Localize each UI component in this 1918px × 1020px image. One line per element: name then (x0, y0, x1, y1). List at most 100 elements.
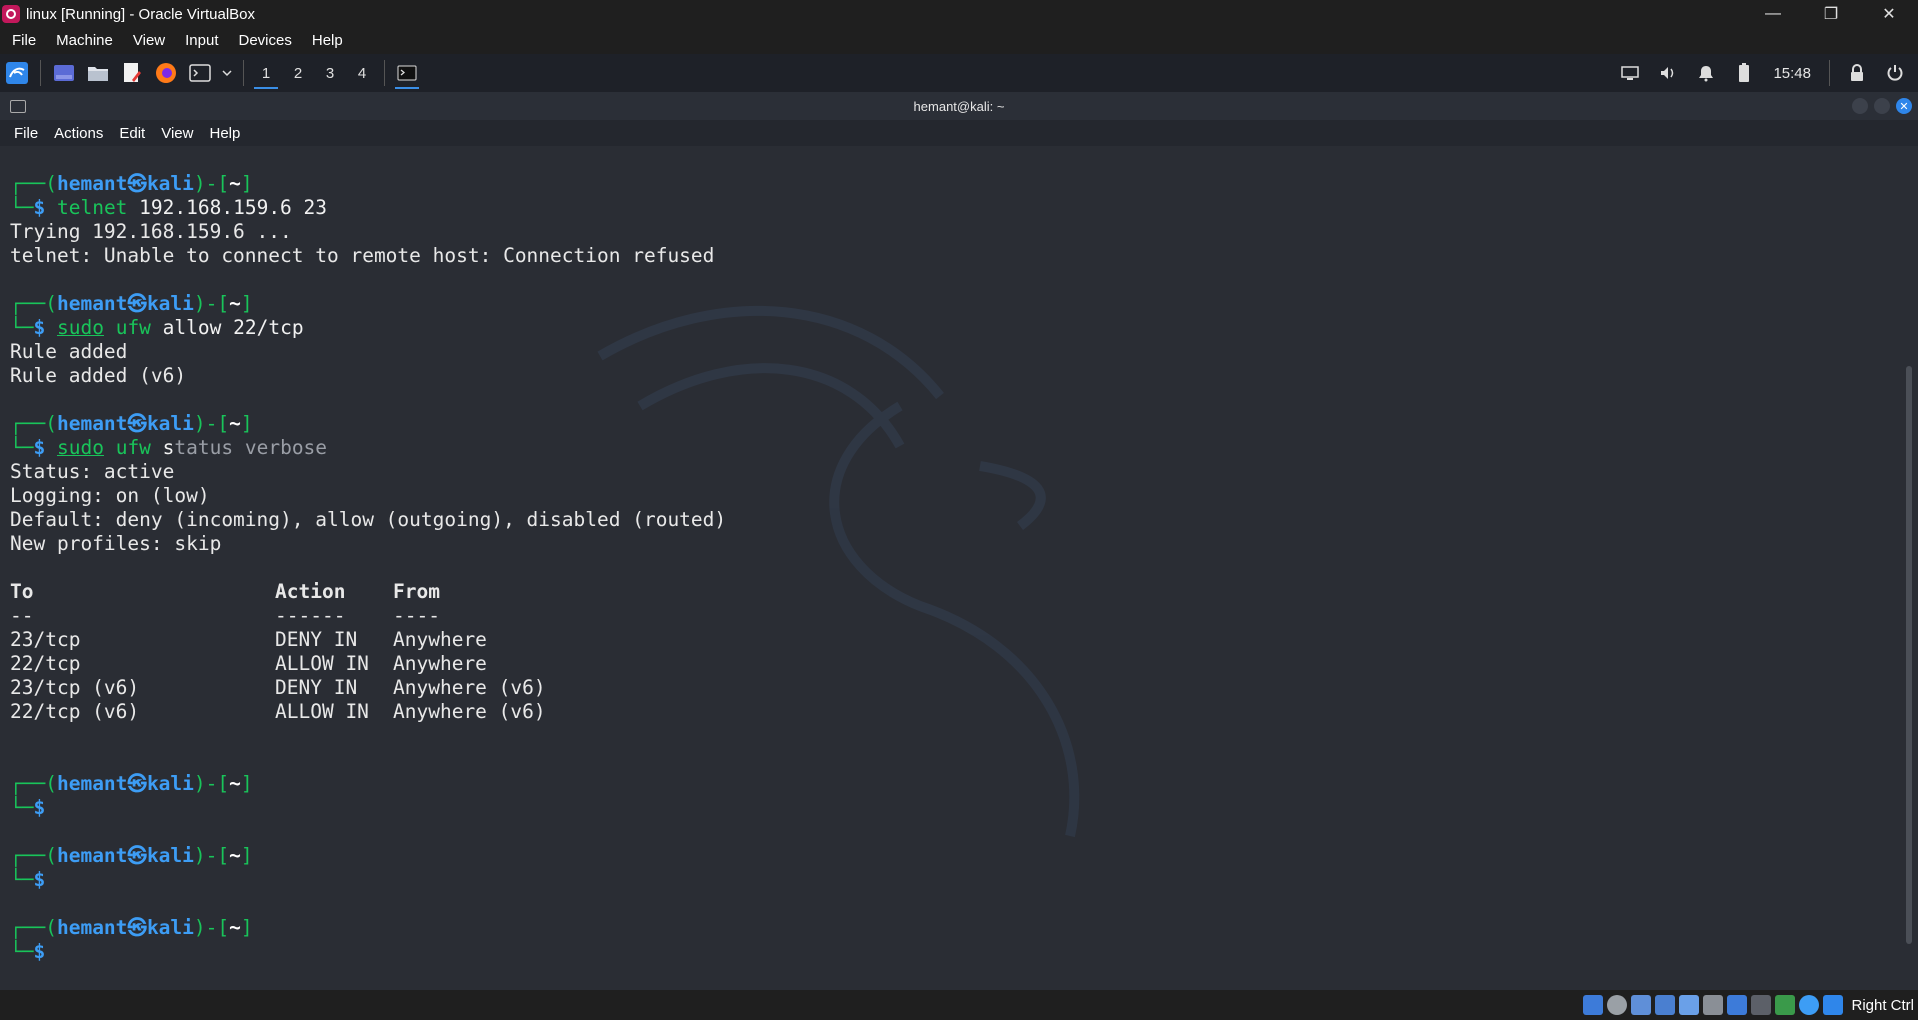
display-icon[interactable] (1727, 995, 1748, 1015)
text-editor-icon[interactable] (119, 60, 145, 86)
command-line: └─$ (10, 868, 46, 891)
power-icon[interactable] (1882, 60, 1908, 86)
terminal-text: ┌──(hemant㉿kali)-[~] └─$ telnet 192.168.1… (10, 172, 726, 964)
panel-separator (1829, 60, 1830, 86)
prompt-line: ┌──(hemant㉿kali)-[~] (10, 292, 253, 315)
close-button[interactable]: ✕ (1860, 0, 1918, 28)
term-menu-actions[interactable]: Actions (46, 125, 111, 142)
prompt-line: ┌──(hemant㉿kali)-[~] (10, 844, 253, 867)
panel-separator (40, 60, 41, 86)
term-menu-view[interactable]: View (153, 125, 201, 142)
panel-clock[interactable]: 15:48 (1765, 65, 1819, 82)
vb-menu-file[interactable]: File (0, 28, 46, 54)
panel-separator (243, 60, 244, 86)
ufw-table-row: 23/tcp DENY IN Anywhere (10, 628, 487, 651)
terminal-close-button[interactable]: ✕ (1896, 98, 1912, 114)
lock-icon[interactable] (1844, 60, 1870, 86)
file-manager-icon[interactable] (85, 60, 111, 86)
output-line: telnet: Unable to connect to remote host… (10, 244, 715, 267)
ufw-table-header: To Action From (10, 580, 440, 603)
shared-folder-icon[interactable] (1703, 995, 1724, 1015)
kali-menu-icon[interactable] (4, 60, 30, 86)
volume-icon[interactable] (1655, 60, 1681, 86)
ufw-table-row: 23/tcp (v6) DENY IN Anywhere (v6) (10, 676, 546, 699)
terminal-minimize-button[interactable] (1852, 98, 1868, 114)
terminal-title-bar: hemant@kali: ~ ✕ (0, 92, 1918, 120)
output-line: Default: deny (incoming), allow (outgoin… (10, 508, 727, 531)
panel-tray: 15:48 (1613, 60, 1918, 86)
recording-icon[interactable] (1751, 995, 1772, 1015)
prompt-line: ┌──(hemant㉿kali)-[~] (10, 772, 253, 795)
battery-icon[interactable] (1731, 60, 1757, 86)
terminal-icon[interactable] (187, 60, 213, 86)
virtualbox-menu-bar: File Machine View Input Devices Help (0, 28, 1918, 54)
terminal-scrollbar[interactable] (1906, 366, 1912, 944)
optical-drive-icon[interactable] (1607, 995, 1628, 1015)
terminal-output-area[interactable]: ┌──(hemant㉿kali)-[~] └─$ telnet 192.168.1… (0, 146, 1918, 990)
output-line: New profiles: skip (10, 532, 222, 555)
term-menu-help[interactable]: Help (201, 125, 248, 142)
terminal-window-icon (10, 100, 26, 113)
term-menu-file[interactable]: File (0, 125, 46, 142)
hard-disk-icon[interactable] (1583, 995, 1604, 1015)
virtualbox-app-icon (2, 5, 20, 23)
virtualbox-status-bar: Right Ctrl (0, 990, 1918, 1020)
output-line: Logging: on (low) (10, 484, 210, 507)
mouse-integration-icon[interactable] (1799, 995, 1820, 1015)
terminal-window-controls: ✕ (1852, 98, 1912, 114)
output-line: Trying 192.168.159.6 ... (10, 220, 292, 243)
audio-icon[interactable] (1631, 995, 1652, 1015)
cpu-icon[interactable] (1775, 995, 1796, 1015)
vb-menu-devices[interactable]: Devices (229, 28, 302, 54)
workspace-3[interactable]: 3 (314, 57, 346, 89)
output-line: Status: active (10, 460, 175, 483)
term-menu-edit[interactable]: Edit (111, 125, 153, 142)
firefox-icon[interactable] (153, 60, 179, 86)
ufw-table-divider: -- ------ ---- (10, 604, 440, 627)
command-line: └─$ (10, 796, 46, 819)
autosuggestion: tatus verbose (174, 436, 328, 459)
output-line: Rule added (v6) (10, 364, 187, 387)
virtualbox-title-bar: linux [Running] - Oracle VirtualBox — ❐ … (0, 0, 1918, 28)
ufw-table-row: 22/tcp (v6) ALLOW IN Anywhere (v6) (10, 700, 546, 723)
command-line: └─$ sudo ufw allow 22/tcp (10, 316, 304, 339)
active-command-line[interactable]: └─$ (10, 940, 726, 964)
ufw-table-row: 22/tcp ALLOW IN Anywhere (10, 652, 487, 675)
vb-menu-input[interactable]: Input (175, 28, 228, 54)
prompt-line: ┌──(hemant㉿kali)-[~] (10, 172, 253, 195)
command-line: └─$ telnet 192.168.159.6 23 (10, 196, 328, 219)
terminal-maximize-button[interactable] (1874, 98, 1890, 114)
restore-button[interactable]: ❐ (1802, 0, 1860, 28)
prompt-line: ┌──(hemant㉿kali)-[~] (10, 412, 253, 435)
terminal-menu-bar: File Actions Edit View Help (0, 120, 1918, 146)
window-title: linux [Running] - Oracle VirtualBox (26, 5, 255, 23)
keyboard-capture-icon[interactable] (1823, 995, 1844, 1015)
workspace-4[interactable]: 4 (346, 57, 378, 89)
minimize-button[interactable]: — (1744, 0, 1802, 28)
host-key-label: Right Ctrl (1851, 996, 1914, 1014)
workspace-1[interactable]: 1 (250, 57, 282, 89)
terminal-title: hemant@kali: ~ (913, 98, 1005, 114)
usb-icon[interactable] (1679, 995, 1700, 1015)
panel-separator (384, 60, 385, 86)
taskbar-terminal-window[interactable] (391, 57, 423, 89)
kali-top-panel: 1 2 3 4 15:48 (0, 54, 1918, 92)
chevron-down-icon[interactable] (221, 60, 233, 86)
vb-menu-machine[interactable]: Machine (46, 28, 123, 54)
desktop-icon[interactable] (51, 60, 77, 86)
vb-menu-view[interactable]: View (123, 28, 175, 54)
workspace-2[interactable]: 2 (282, 57, 314, 89)
prompt-line: ┌──(hemant㉿kali)-[~] (10, 916, 253, 939)
output-line: Rule added (10, 340, 128, 363)
notification-icon[interactable] (1693, 60, 1719, 86)
display-icon[interactable] (1617, 60, 1643, 86)
network-icon[interactable] (1655, 995, 1676, 1015)
command-line: └─$ sudo ufw status verbose (10, 436, 328, 459)
vb-menu-help[interactable]: Help (302, 28, 353, 54)
